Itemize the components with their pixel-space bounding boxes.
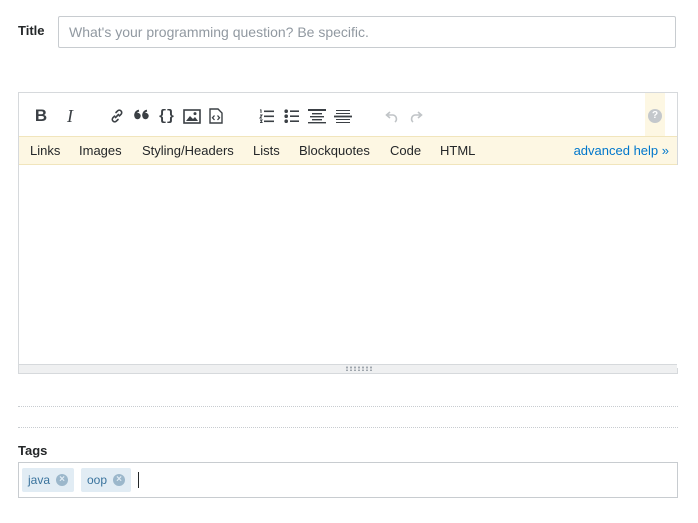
numbered-list-button[interactable]	[256, 106, 278, 126]
code-icon: {}	[157, 107, 175, 125]
editor-help-bar: Links Images Styling/Headers Lists Block…	[19, 136, 677, 165]
italic-icon: I	[67, 105, 73, 126]
snippet-button[interactable]	[205, 106, 227, 126]
advanced-help-link[interactable]: advanced help »	[574, 143, 669, 158]
resize-grip[interactable]	[19, 364, 677, 373]
help-tab-code[interactable]: Code	[390, 143, 421, 158]
blockquote-icon	[134, 109, 149, 120]
help-tab-lists[interactable]: Lists	[253, 143, 280, 158]
undo-button[interactable]	[381, 106, 403, 126]
link-icon	[111, 109, 123, 123]
bold-icon: B	[34, 106, 48, 125]
help-tab-html[interactable]: HTML	[440, 143, 475, 158]
redo-button[interactable]	[405, 106, 427, 126]
code-button[interactable]: {}	[155, 106, 177, 126]
tag-label: oop	[87, 473, 108, 487]
tags-label: Tags	[18, 443, 48, 458]
text-cursor	[138, 472, 139, 488]
title-label: Title	[18, 23, 45, 38]
bulleted-list-icon	[284, 109, 299, 123]
divider	[18, 406, 678, 407]
numbered-list-icon	[259, 109, 274, 123]
tag-oop: oop ×	[81, 468, 132, 492]
horizontal-rule-icon	[334, 110, 352, 123]
blockquote-button[interactable]	[131, 106, 153, 126]
help-tab-blockquotes[interactable]: Blockquotes	[299, 143, 370, 158]
divider	[18, 427, 678, 428]
horizontal-rule-button[interactable]	[332, 106, 354, 126]
body-editor: B I {} ? Links Images Styling/Headers Li…	[18, 92, 681, 374]
snippet-icon	[209, 108, 223, 124]
heading-button[interactable]	[306, 106, 328, 126]
grip-dots-icon	[345, 366, 373, 371]
body-textarea[interactable]	[19, 165, 681, 368]
bold-button[interactable]: B	[30, 106, 52, 126]
remove-tag-icon[interactable]: ×	[56, 474, 69, 486]
undo-icon	[385, 111, 398, 123]
heading-icon	[308, 109, 326, 124]
help-tab-images[interactable]: Images	[79, 143, 122, 158]
tag-label: java	[28, 473, 51, 487]
help-icon[interactable]: ?	[648, 109, 662, 123]
redo-icon	[410, 111, 423, 123]
help-tab-styling-headers[interactable]: Styling/Headers	[142, 143, 234, 158]
remove-tag-icon[interactable]: ×	[113, 474, 126, 486]
bulleted-list-button[interactable]	[281, 106, 303, 126]
tags-input[interactable]: java × oop ×	[18, 462, 678, 498]
italic-button[interactable]: I	[59, 106, 81, 126]
tag-java: java ×	[22, 468, 75, 492]
image-icon	[183, 108, 201, 124]
link-button[interactable]	[106, 106, 128, 126]
image-button[interactable]	[181, 106, 203, 126]
editor-toolbar: B I {} ?	[19, 93, 677, 136]
help-tab-links[interactable]: Links	[30, 143, 60, 158]
title-input[interactable]	[58, 16, 676, 48]
